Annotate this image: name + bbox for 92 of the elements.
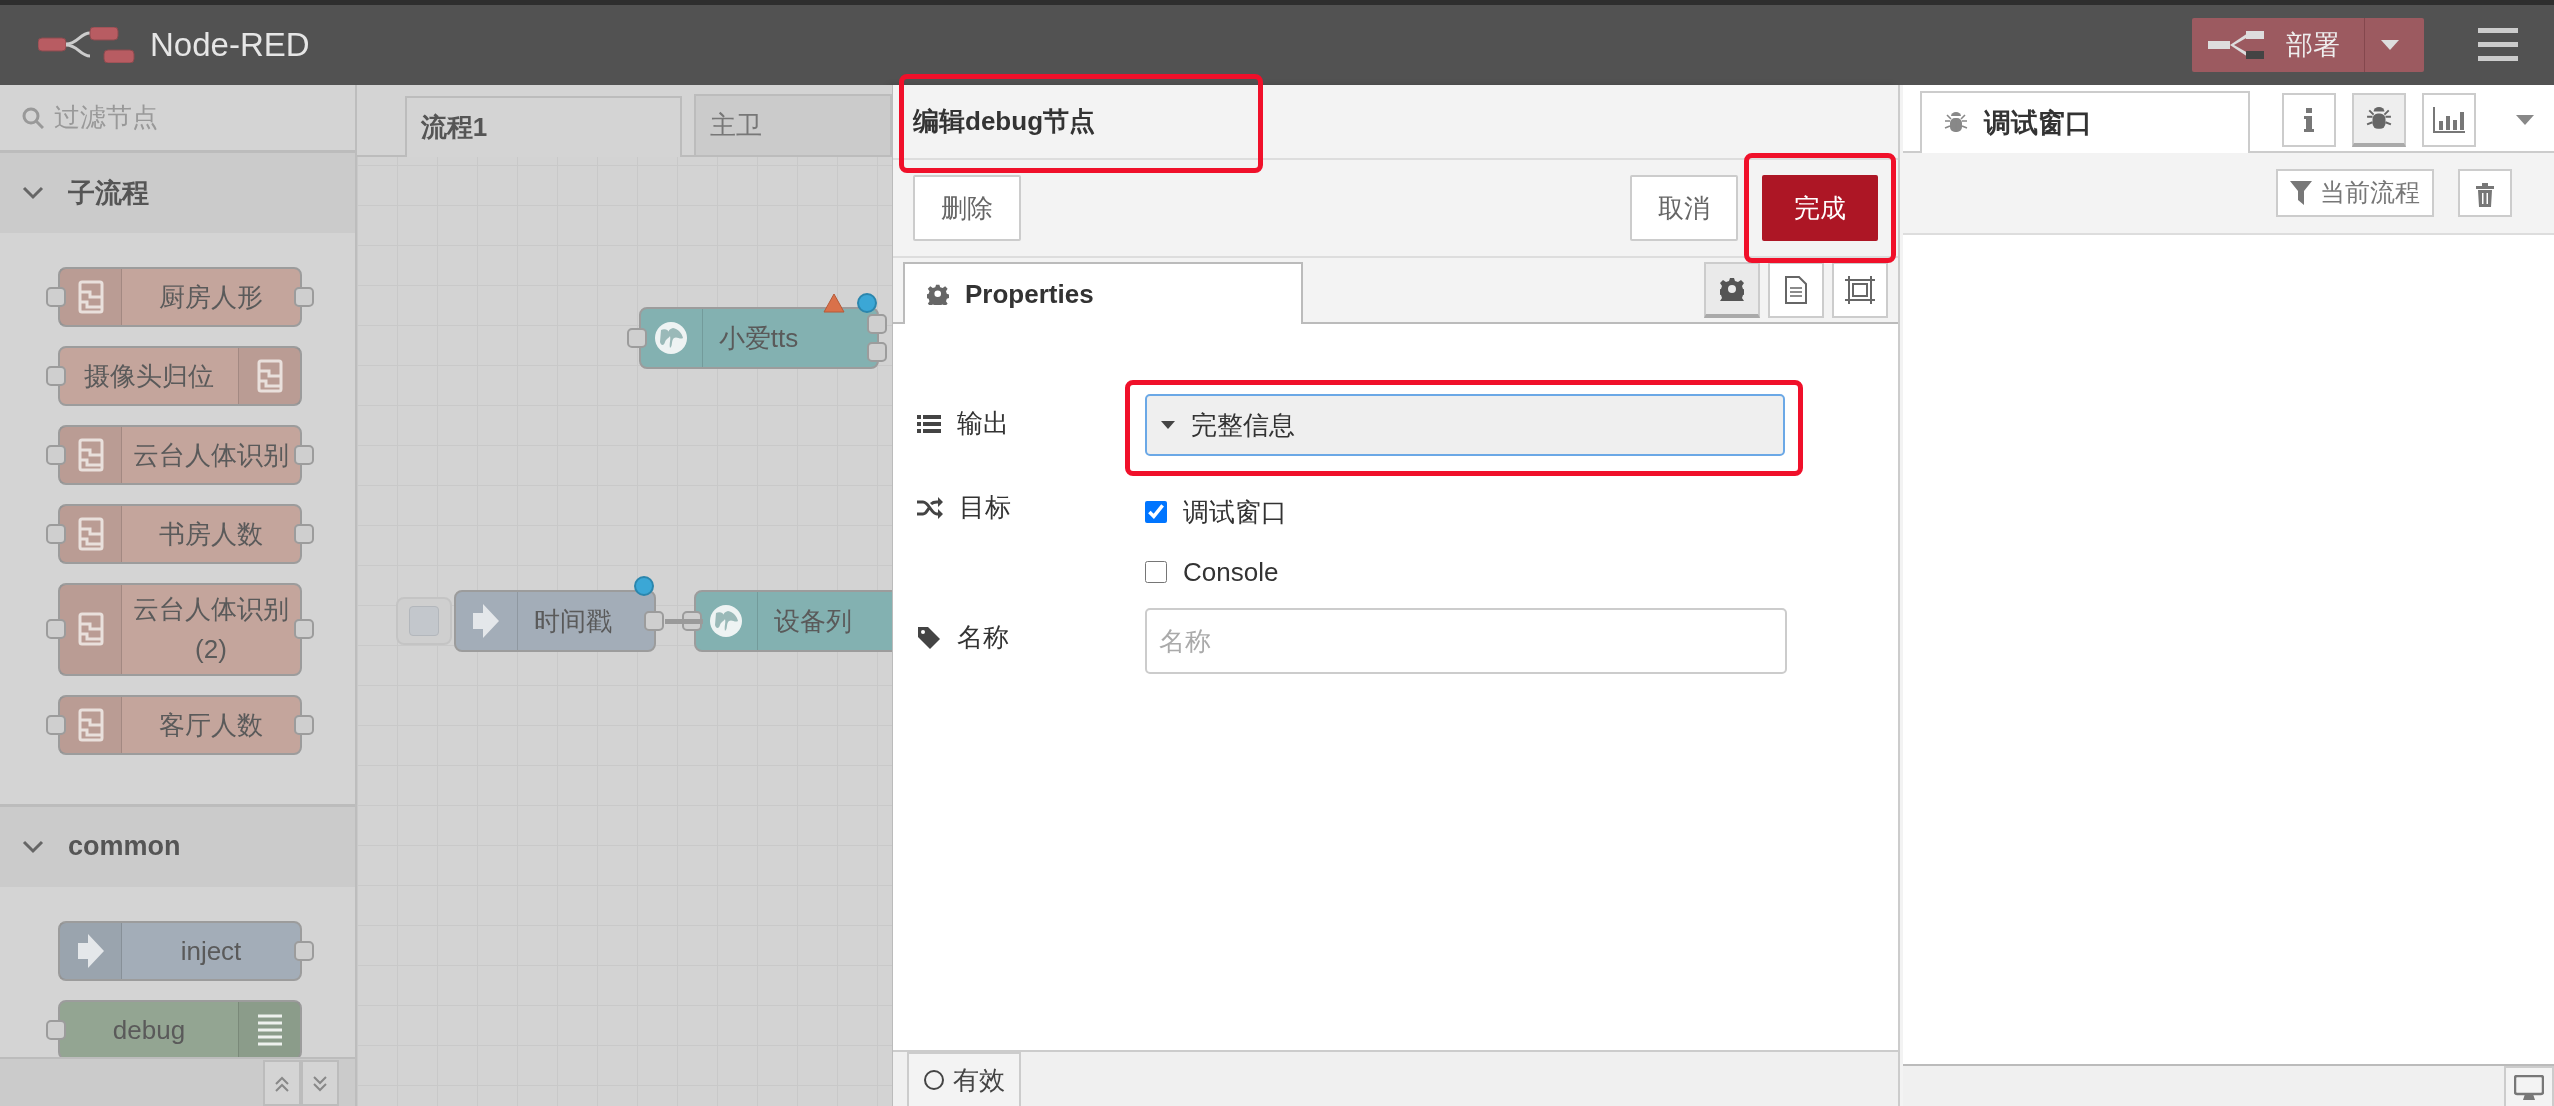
monitor-icon bbox=[2514, 1075, 2544, 1101]
shuffle-icon bbox=[917, 496, 944, 519]
list-icon bbox=[917, 413, 942, 434]
flow-tab[interactable]: 主卫 bbox=[693, 94, 893, 155]
bug-icon bbox=[1944, 111, 1968, 135]
info-tab[interactable] bbox=[2282, 93, 2336, 147]
category-header[interactable]: common bbox=[0, 806, 355, 887]
flow-tab[interactable]: 流程1 bbox=[404, 96, 682, 157]
document-tab[interactable] bbox=[1768, 262, 1825, 318]
list-icon bbox=[257, 1012, 282, 1047]
category-title: 子流程 bbox=[68, 176, 149, 210]
properties-tab[interactable]: Properties bbox=[903, 262, 1304, 324]
checkbox-label: Console bbox=[1183, 555, 1279, 589]
chevron-icon bbox=[22, 186, 44, 201]
chevron-icon bbox=[22, 839, 44, 854]
flow-node[interactable]: 设备列 bbox=[693, 590, 893, 652]
trash-icon bbox=[2476, 182, 2494, 207]
subflow-icon bbox=[77, 438, 104, 473]
chevrons-down-icon bbox=[311, 1075, 328, 1092]
palette-node[interactable]: debug bbox=[58, 999, 302, 1057]
deploy-icon bbox=[2208, 31, 2264, 59]
search-field[interactable]: 过滤节点 bbox=[52, 97, 312, 139]
info-icon bbox=[2304, 108, 2314, 132]
filter-label: 当前流程 bbox=[2320, 177, 2420, 209]
category-title: common bbox=[68, 830, 181, 864]
bug-icon bbox=[2366, 106, 2392, 132]
palette-node[interactable]: inject bbox=[58, 920, 302, 981]
frame-tab[interactable] bbox=[1832, 262, 1889, 318]
chart-tab[interactable] bbox=[2422, 93, 2476, 147]
node-label: 时间戳 bbox=[532, 604, 613, 638]
subflow-icon bbox=[77, 707, 104, 742]
circle-icon bbox=[923, 1069, 946, 1091]
checkbox[interactable] bbox=[1145, 501, 1168, 523]
flow-node[interactable]: 时间戳 bbox=[453, 590, 656, 652]
field-label: 名称 bbox=[957, 621, 1010, 654]
gear-icon bbox=[927, 283, 950, 305]
wire bbox=[664, 619, 703, 624]
menu-icon[interactable] bbox=[2478, 28, 2518, 62]
screen-button[interactable] bbox=[2504, 1066, 2554, 1106]
palette-node[interactable]: 云台人体识别 bbox=[58, 425, 302, 486]
field-label: 输出 bbox=[957, 407, 1010, 440]
palette-node[interactable]: 云台人体识别 (2) bbox=[58, 583, 302, 676]
delete-button[interactable]: 删除 bbox=[913, 175, 1022, 241]
editor-title: 编辑debug节点 bbox=[913, 102, 1096, 141]
deploy-label: 部署 bbox=[2286, 28, 2340, 62]
chart-icon bbox=[2433, 107, 2465, 133]
frame-icon bbox=[1845, 276, 1876, 304]
palette-node[interactable]: 书房人数 bbox=[58, 504, 302, 565]
subflow-icon bbox=[77, 280, 104, 315]
checkbox[interactable] bbox=[1145, 561, 1168, 583]
subflow-icon bbox=[77, 517, 104, 552]
subflow-icon bbox=[77, 612, 104, 647]
globe-icon bbox=[708, 603, 745, 639]
document-icon bbox=[1785, 276, 1808, 304]
settings-icon bbox=[1720, 277, 1745, 301]
select-value: 完整信息 bbox=[1191, 408, 1296, 442]
debug-tab[interactable]: 调试窗口 bbox=[1920, 91, 2250, 153]
done-button[interactable]: 完成 bbox=[1762, 175, 1879, 241]
cancel-button[interactable]: 取消 bbox=[1630, 175, 1739, 241]
category-header[interactable]: 子流程 bbox=[0, 153, 355, 234]
toggle-label: 有效 bbox=[953, 1063, 1006, 1097]
globe-icon bbox=[653, 320, 690, 356]
node-label: 设备列 bbox=[772, 604, 853, 638]
tab-label: Properties bbox=[965, 277, 1094, 311]
tab-label: 调试窗口 bbox=[1984, 106, 2092, 140]
chevrons-up-icon bbox=[273, 1075, 290, 1092]
palette-node[interactable]: 厨房人形 bbox=[58, 267, 302, 328]
name-field[interactable]: 名称 bbox=[1145, 608, 1788, 674]
deploy-button[interactable]: 部署 bbox=[2192, 18, 2424, 72]
filter-button[interactable]: 当前流程 bbox=[2276, 169, 2434, 217]
search-icon bbox=[22, 106, 44, 129]
field-label: 目标 bbox=[959, 491, 1012, 524]
input-port bbox=[626, 328, 647, 348]
flow-node[interactable]: 小爱tts bbox=[638, 307, 879, 369]
node-label: 小爱tts bbox=[717, 321, 800, 355]
logo-icon bbox=[38, 27, 138, 63]
dropdown-icon[interactable] bbox=[2516, 115, 2534, 125]
enabled-toggle[interactable]: 有效 bbox=[907, 1052, 1022, 1106]
palette-node[interactable]: 摄像头归位 bbox=[58, 346, 302, 407]
debug-tab[interactable] bbox=[2352, 93, 2406, 147]
caret-icon bbox=[2381, 40, 2399, 50]
tag-icon bbox=[917, 625, 942, 650]
subflow-icon bbox=[256, 359, 283, 394]
output-select[interactable]: 完整信息 bbox=[1145, 394, 1786, 456]
settings-tab[interactable] bbox=[1704, 262, 1761, 318]
palette-node[interactable]: 客厅人数 bbox=[58, 694, 302, 755]
arrow-icon bbox=[471, 602, 502, 640]
caret-icon bbox=[1161, 421, 1176, 429]
trash-button[interactable] bbox=[2458, 169, 2512, 217]
filter-icon bbox=[2290, 181, 2312, 205]
checkbox-label: 调试窗口 bbox=[1183, 495, 1288, 529]
app-title: Node-RED bbox=[150, 25, 310, 66]
